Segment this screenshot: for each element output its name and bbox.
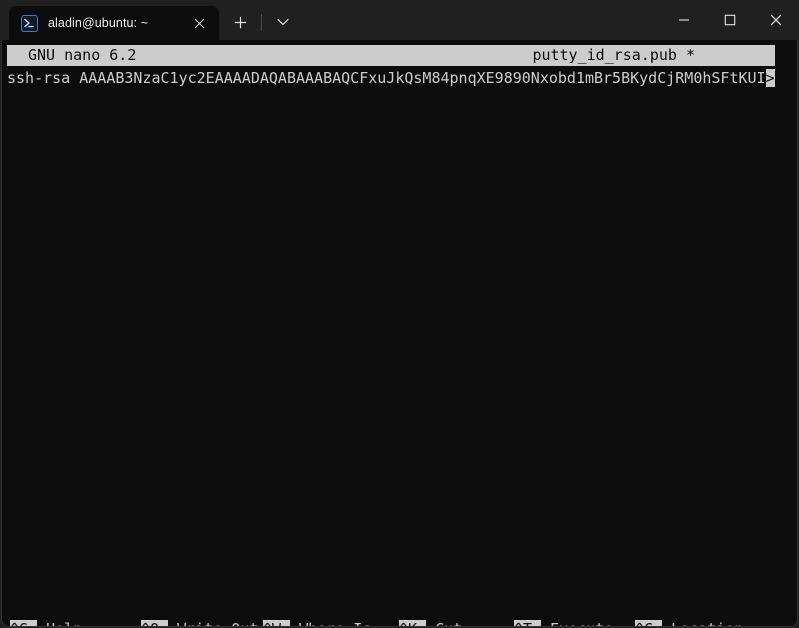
powershell-prompt-icon: [21, 14, 38, 32]
shortcut-key: ^W: [263, 620, 291, 626]
shortcut-label: Write Out: [168, 620, 258, 626]
tab-close-icon[interactable]: [185, 10, 213, 36]
shortcut-key: ^G: [10, 620, 38, 626]
shortcut-label: Location: [662, 620, 743, 626]
shortcut-column-6: ^C Location ^/ Go To Line: [635, 574, 761, 626]
shortcut-column-5: ^T Execute ^J Justify: [514, 574, 613, 626]
editor-line-1[interactable]: ssh-rsa AAAAB3NzaC1yc2EAAAADAQABAAABAQCF…: [7, 67, 797, 89]
shortcut-label: Execute: [541, 620, 613, 626]
shortcut-cut[interactable]: ^K Cut: [399, 618, 489, 626]
nano-filename: putty_id_rsa.pub *: [532, 46, 695, 64]
shortcut-write-out[interactable]: ^O Write Out: [141, 618, 258, 626]
shortcut-column-3: ^W Where Is ^\ Replace: [263, 574, 371, 626]
window-controls: [661, 0, 799, 40]
shortcut-label: Cut: [426, 620, 462, 626]
nano-shortcut-bar: ^G Help ^X Exit ^O Write Out ^R Read Fil…: [7, 574, 797, 626]
nano-app-name: GNU nano 6.2: [28, 46, 137, 64]
terminal-window: aladin@ubuntu: ~ GNU nano 6.2 putty_id_r…: [0, 0, 799, 628]
tab-separator: [261, 14, 262, 31]
shortcut-key: ^O: [141, 620, 169, 626]
shortcut-key: ^K: [399, 620, 427, 626]
shortcut-label: Where Is: [290, 620, 371, 626]
nano-title-spacer: [136, 45, 532, 66]
shortcut-label: Help: [37, 620, 82, 626]
shortcut-column-4: ^K Cut ^U Paste: [399, 574, 489, 626]
tab-aladin-ubuntu[interactable]: aladin@ubuntu: ~: [9, 6, 219, 40]
shortcut-key: ^C: [635, 620, 663, 626]
shortcut-location[interactable]: ^C Location: [635, 618, 761, 626]
shortcut-column-2: ^O Write Out ^R Read File: [141, 574, 258, 626]
minimize-button[interactable]: [661, 0, 707, 40]
shortcut-execute[interactable]: ^T Execute: [514, 618, 613, 626]
close-button[interactable]: [753, 0, 799, 40]
nano-title-bar: GNU nano 6.2 putty_id_rsa.pub *: [7, 45, 775, 66]
nano-editor: GNU nano 6.2 putty_id_rsa.pub * ssh-rsa …: [2, 40, 797, 626]
editor-line-text: ssh-rsa AAAAB3NzaC1yc2EAAAADAQABAAABAQCF…: [7, 69, 766, 87]
terminal-body[interactable]: GNU nano 6.2 putty_id_rsa.pub * ssh-rsa …: [1, 40, 798, 627]
shortcut-key: ^T: [514, 620, 542, 626]
titlebar: aladin@ubuntu: ~: [0, 0, 799, 40]
maximize-button[interactable]: [707, 0, 753, 40]
tab-title: aladin@ubuntu: ~: [48, 16, 149, 30]
shortcut-where-is[interactable]: ^W Where Is: [263, 618, 371, 626]
new-tab-button[interactable]: [225, 7, 255, 37]
line-continuation-marker: >: [765, 69, 775, 87]
shortcut-help[interactable]: ^G Help: [10, 618, 100, 626]
shortcut-column-1: ^G Help ^X Exit: [10, 574, 100, 626]
chevron-down-icon[interactable]: [268, 7, 298, 37]
tab-strip: aladin@ubuntu: ~: [0, 0, 298, 40]
